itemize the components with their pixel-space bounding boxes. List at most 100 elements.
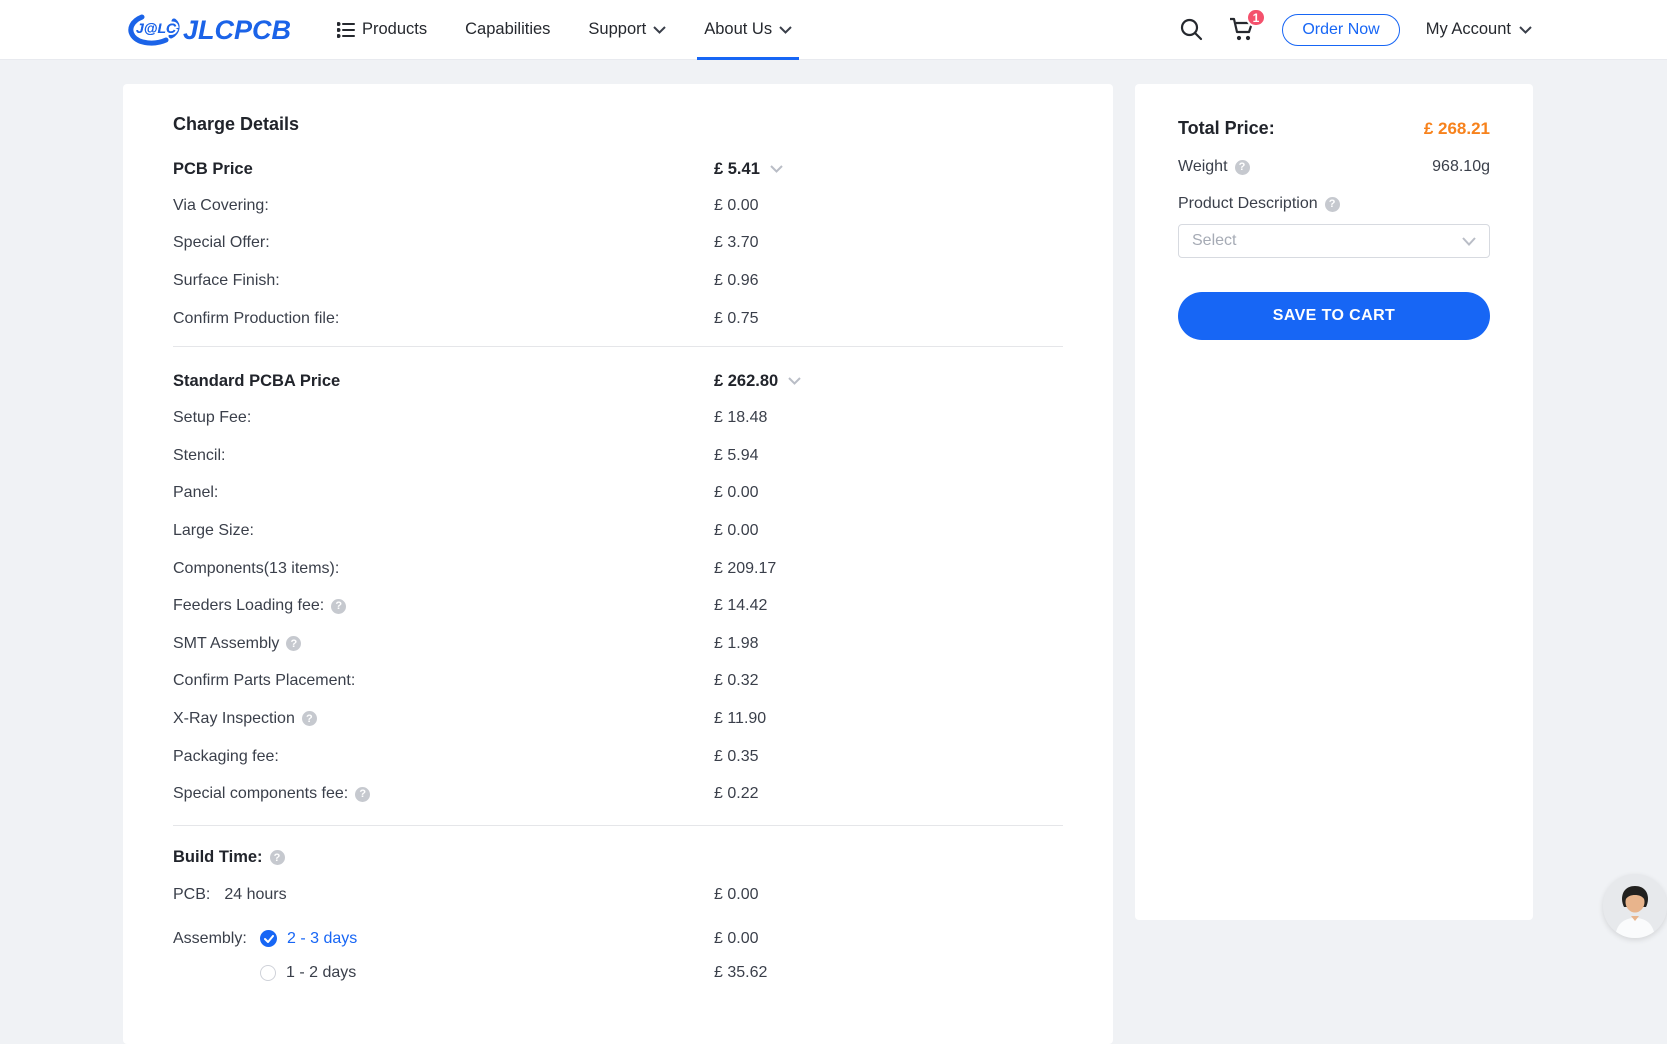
row-value: £ 11.90 — [714, 710, 766, 728]
help-icon[interactable]: ? — [302, 711, 317, 726]
row-value: £ 18.48 — [714, 409, 767, 427]
pcba-price-value-wrap: £ 262.80 — [714, 372, 801, 391]
row-label: Confirm Parts Placement: — [173, 672, 355, 690]
select-placeholder: Select — [1192, 232, 1236, 250]
charge-row: Special Offer: £ 3.70 — [173, 225, 1063, 263]
list-icon — [337, 22, 355, 38]
row-label: Stencil: — [173, 447, 225, 465]
row-label: Surface Finish: — [173, 272, 280, 290]
help-icon[interactable]: ? — [331, 599, 346, 614]
order-summary-card: Total Price: £ 268.21 Weight ? 968.10g P… — [1135, 84, 1533, 920]
pcba-price-section-header: Standard PCBA Price £ 262.80 — [173, 363, 1063, 399]
svg-text:JLCPCB: JLCPCB — [183, 15, 290, 45]
top-navigation-bar: J@LC J@LC JLCPCB Products Capabilities S… — [0, 0, 1667, 60]
row-label: Components(13 items): — [173, 560, 339, 578]
chevron-down-icon — [1519, 26, 1532, 34]
row-label: SMT Assembly — [173, 635, 279, 653]
search-button[interactable] — [1180, 18, 1203, 41]
help-icon[interactable]: ? — [270, 850, 285, 865]
customer-support-chat-widget[interactable] — [1603, 874, 1667, 938]
pcb-time-value: 24 hours — [224, 886, 286, 904]
row-label: Special components fee: — [173, 785, 348, 803]
product-description-select[interactable]: Select — [1178, 224, 1490, 258]
nav-item-products[interactable]: Products — [318, 0, 446, 60]
search-icon — [1180, 18, 1203, 41]
assembly-label: Assembly: — [173, 930, 260, 948]
cart-count-badge: 1 — [1246, 8, 1267, 27]
assembly-option-row: Assembly: 2 - 3 days £ 0.00 — [173, 920, 1063, 958]
pcb-price-value: £ 5.41 — [714, 160, 760, 179]
help-icon[interactable]: ? — [286, 636, 301, 651]
help-icon[interactable]: ? — [355, 787, 370, 802]
nav-item-about-us[interactable]: About Us — [685, 0, 811, 60]
svg-text:J@LC: J@LC — [136, 20, 177, 36]
header-actions: 1 Order Now My Account — [1180, 14, 1532, 46]
radio-unchecked-icon — [260, 965, 276, 981]
charge-row: Special components fee: ? £ 0.22 — [173, 775, 1063, 813]
charge-row: Confirm Parts Placement: £ 0.32 — [173, 663, 1063, 701]
charge-row: X-Ray Inspection ? £ 11.90 — [173, 700, 1063, 738]
pcba-price-value: £ 262.80 — [714, 372, 778, 391]
section-divider — [173, 825, 1063, 826]
row-value: £ 0.00 — [714, 484, 758, 502]
row-value: £ 0.96 — [714, 272, 758, 290]
row-value: £ 0.75 — [714, 310, 758, 328]
chevron-down-icon — [1462, 237, 1476, 246]
assembly-option-2-3-days[interactable]: 2 - 3 days — [260, 930, 357, 948]
charge-row: Surface Finish: £ 0.96 — [173, 262, 1063, 300]
charge-row: Components(13 items): £ 209.17 — [173, 550, 1063, 588]
charge-row: Feeders Loading fee: ? £ 14.42 — [173, 587, 1063, 625]
charge-row: Packaging fee: £ 0.35 — [173, 738, 1063, 776]
jlcpcb-logo[interactable]: J@LC J@LC JLCPCB — [128, 9, 290, 51]
total-price-value: £ 268.21 — [1424, 119, 1490, 139]
help-icon[interactable]: ? — [1235, 160, 1250, 175]
build-time-label: Build Time: — [173, 848, 263, 867]
row-value: £ 5.94 — [714, 447, 758, 465]
row-value: £ 0.32 — [714, 672, 758, 690]
row-label: X-Ray Inspection — [173, 710, 295, 728]
pcb-time-label: PCB: — [173, 886, 210, 904]
chevron-down-icon — [779, 26, 792, 34]
section-divider — [173, 346, 1063, 347]
save-to-cart-button[interactable]: SAVE TO CART — [1178, 292, 1490, 340]
row-value: £ 1.98 — [714, 635, 758, 653]
assembly-option-1-2-days[interactable]: 1 - 2 days — [260, 964, 356, 982]
nav-label-capabilities: Capabilities — [465, 20, 550, 39]
pcb-price-value-wrap: £ 5.41 — [714, 160, 783, 179]
my-account-menu[interactable]: My Account — [1426, 20, 1532, 39]
radio-checked-icon — [260, 930, 277, 947]
cart-button[interactable]: 1 — [1229, 17, 1256, 42]
row-label: Panel: — [173, 484, 218, 502]
row-value: £ 0.00 — [714, 197, 758, 215]
row-label: Confirm Production file: — [173, 310, 339, 328]
charge-row: Panel: £ 0.00 — [173, 475, 1063, 513]
nav-label-about-us: About Us — [704, 20, 772, 39]
charge-row: Via Covering: £ 0.00 — [173, 187, 1063, 225]
help-icon[interactable]: ? — [1325, 197, 1340, 212]
assembly-option-row: 1 - 2 days £ 35.62 — [173, 958, 1063, 988]
jlcpcb-logo-graphic: J@LC J@LC JLCPCB — [128, 9, 290, 51]
assembly-option-label: 1 - 2 days — [286, 964, 356, 982]
assembly-option-label: 2 - 3 days — [287, 930, 357, 948]
collapse-chevron-icon[interactable] — [788, 377, 801, 385]
chevron-down-icon — [653, 26, 666, 34]
charge-details-card: Charge Details PCB Price £ 5.41 Via Cove… — [123, 84, 1113, 1044]
collapse-chevron-icon[interactable] — [770, 165, 783, 173]
main-nav: Products Capabilities Support About Us — [318, 0, 811, 60]
support-agent-avatar — [1603, 874, 1667, 938]
my-account-label: My Account — [1426, 20, 1511, 39]
order-now-button[interactable]: Order Now — [1282, 14, 1399, 46]
pcb-price-section-header: PCB Price £ 5.41 — [173, 151, 1063, 187]
row-value: £ 0.00 — [714, 930, 758, 948]
row-value: £ 0.35 — [714, 748, 758, 766]
nav-item-capabilities[interactable]: Capabilities — [446, 0, 569, 60]
row-value: £ 209.17 — [714, 560, 776, 578]
row-label: Special Offer: — [173, 234, 270, 252]
nav-item-support[interactable]: Support — [569, 0, 685, 60]
charge-row: Confirm Production file: £ 0.75 — [173, 300, 1063, 338]
charge-row: Large Size: £ 0.00 — [173, 512, 1063, 550]
row-label: Feeders Loading fee: — [173, 597, 324, 615]
row-label: Via Covering: — [173, 197, 269, 215]
weight-label: Weight — [1178, 158, 1228, 176]
total-price-label: Total Price: — [1178, 118, 1275, 139]
